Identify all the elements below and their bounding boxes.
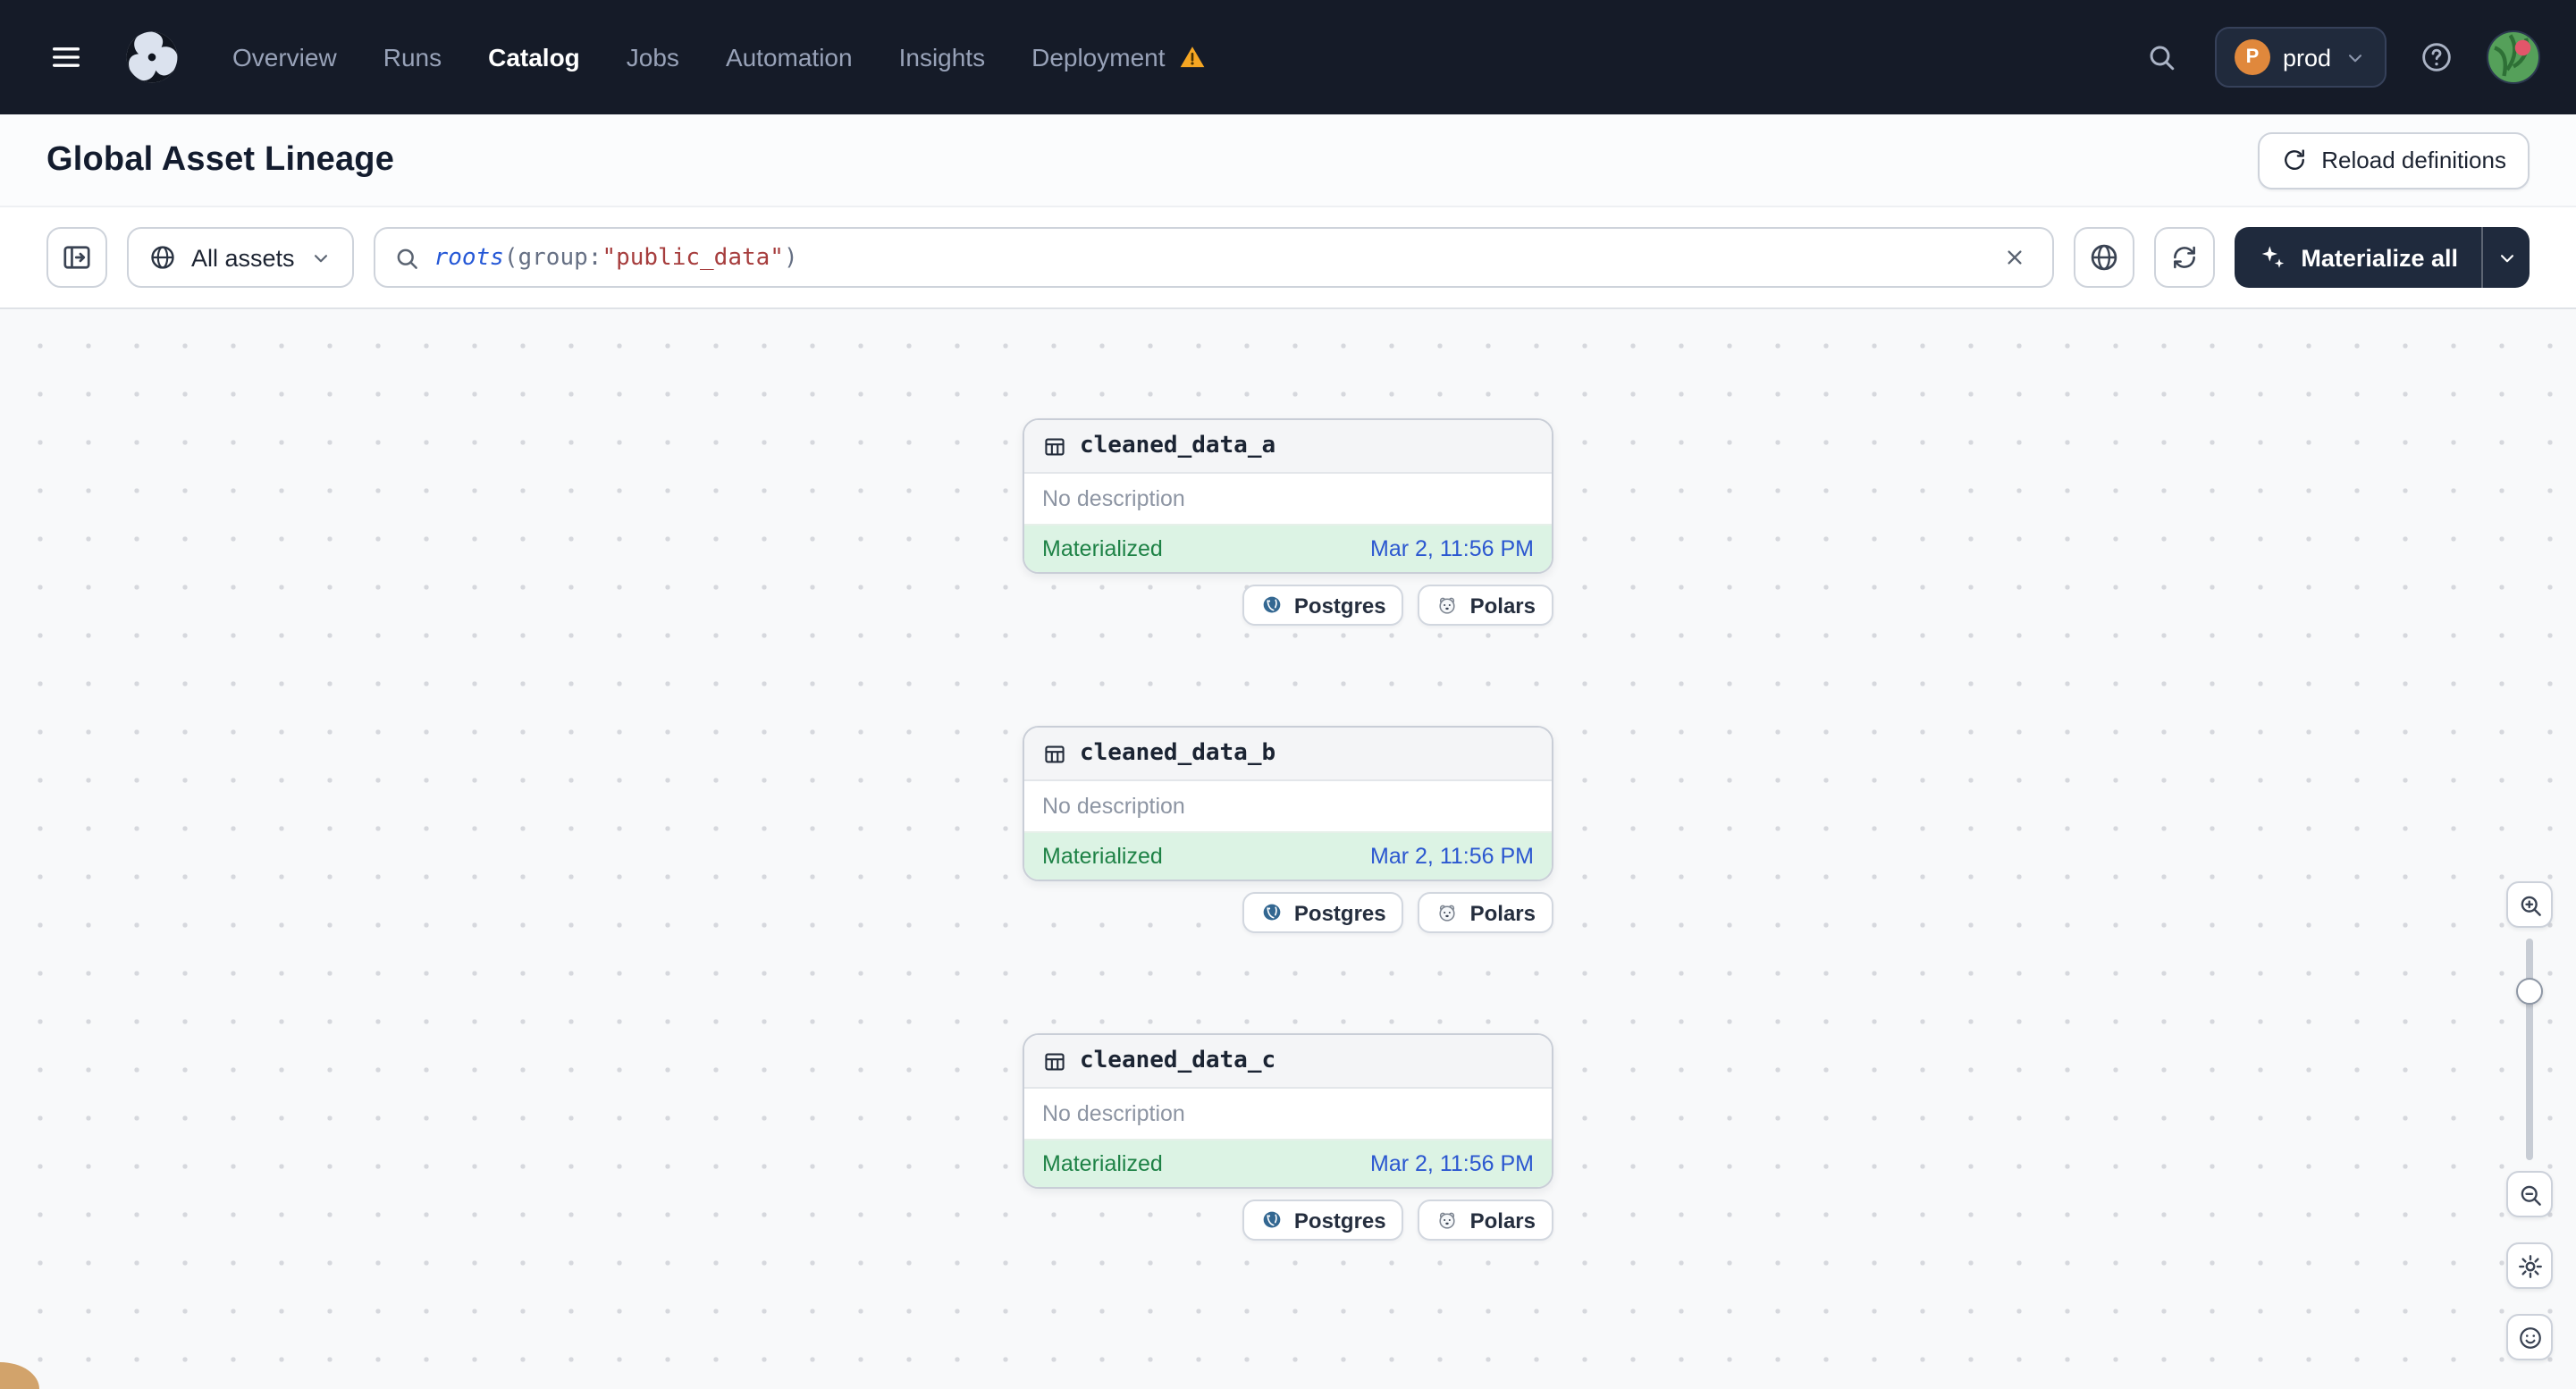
lineage-canvas[interactable]: cleaned_data_a No description Materializ… bbox=[0, 309, 2576, 1389]
chevron-down-icon bbox=[309, 246, 333, 269]
clear-search-button[interactable] bbox=[1995, 238, 2034, 277]
reload-icon bbox=[2280, 147, 2307, 173]
asset-name: cleaned_data_c bbox=[1080, 1048, 1276, 1074]
postgres-icon bbox=[1260, 593, 1284, 617]
zoom-slider[interactable] bbox=[2506, 939, 2553, 1160]
page-header: Global Asset Lineage Reload definitions bbox=[0, 114, 2576, 207]
asset-node-header: cleaned_data_b bbox=[1024, 728, 1552, 781]
asset-scope-dropdown[interactable]: All assets bbox=[127, 227, 354, 288]
sparkle-icon bbox=[2258, 243, 2286, 272]
tag-polars[interactable]: Polars bbox=[1418, 1200, 1553, 1241]
chevron-down-icon bbox=[2344, 46, 2367, 69]
polars-icon bbox=[1436, 593, 1460, 617]
asset-description: No description bbox=[1042, 794, 1185, 819]
table-icon bbox=[1042, 434, 1067, 459]
table-icon bbox=[1042, 1048, 1067, 1073]
table-icon bbox=[1042, 741, 1067, 766]
menu-button[interactable] bbox=[36, 27, 97, 88]
materialized-label: Materialized bbox=[1042, 844, 1163, 869]
app-window: Overview Runs Catalog Jobs Automation In… bbox=[0, 0, 2576, 1389]
feedback-button[interactable] bbox=[2506, 1314, 2553, 1360]
tag-polars[interactable]: Polars bbox=[1418, 585, 1553, 626]
materialize-options-button[interactable] bbox=[2481, 227, 2530, 288]
asset-node-cleaned-data-b[interactable]: cleaned_data_b No description Materializ… bbox=[1023, 726, 1553, 881]
polars-icon bbox=[1436, 1208, 1460, 1232]
materialize-all-split-button: Materialize all bbox=[2235, 227, 2530, 288]
environment-switcher[interactable]: P prod bbox=[2214, 27, 2387, 88]
asset-tags-row: Postgres Polars bbox=[1023, 892, 1553, 933]
canvas-controls bbox=[2506, 881, 2553, 1360]
nav-item-insights[interactable]: Insights bbox=[899, 43, 986, 72]
polars-icon bbox=[1436, 901, 1460, 924]
zoom-out-icon bbox=[2516, 1181, 2543, 1208]
globe-icon bbox=[148, 243, 177, 272]
dagster-logo bbox=[118, 23, 186, 91]
materialized-timestamp[interactable]: Mar 2, 11:56 PM bbox=[1370, 844, 1534, 869]
asset-tags-row: Postgres Polars bbox=[1023, 1200, 1553, 1241]
user-avatar[interactable] bbox=[2487, 30, 2540, 84]
asset-status-row: Materialized Mar 2, 11:56 PM bbox=[1024, 1139, 1552, 1187]
materialized-timestamp[interactable]: Mar 2, 11:56 PM bbox=[1370, 536, 1534, 561]
materialized-timestamp[interactable]: Mar 2, 11:56 PM bbox=[1370, 1151, 1534, 1176]
panel-expand-icon bbox=[61, 241, 93, 274]
deployment-warning-icon bbox=[1178, 43, 1207, 72]
zoom-slider-handle[interactable] bbox=[2516, 978, 2543, 1005]
graph-scope-button[interactable] bbox=[2074, 227, 2135, 288]
environment-name: prod bbox=[2282, 44, 2331, 71]
graph-settings-button[interactable] bbox=[2506, 1242, 2553, 1289]
asset-status-row: Materialized Mar 2, 11:56 PM bbox=[1024, 831, 1552, 880]
materialized-label: Materialized bbox=[1042, 1151, 1163, 1176]
asset-description: No description bbox=[1042, 1101, 1185, 1126]
nav-right-cluster: P prod bbox=[2134, 27, 2540, 88]
close-icon bbox=[2002, 245, 2027, 270]
asset-node-header: cleaned_data_c bbox=[1024, 1035, 1552, 1089]
nav-item-overview[interactable]: Overview bbox=[232, 43, 337, 72]
face-icon bbox=[2516, 1324, 2543, 1351]
zoom-in-icon bbox=[2516, 891, 2543, 918]
top-nav: Overview Runs Catalog Jobs Automation In… bbox=[0, 0, 2576, 114]
search-icon bbox=[393, 244, 420, 271]
asset-status-row: Materialized Mar 2, 11:56 PM bbox=[1024, 524, 1552, 572]
environment-badge: P bbox=[2234, 39, 2270, 75]
materialize-all-button[interactable]: Materialize all bbox=[2235, 227, 2481, 288]
nav-item-runs[interactable]: Runs bbox=[383, 43, 442, 72]
postgres-icon bbox=[1260, 1208, 1284, 1232]
help-icon[interactable] bbox=[2413, 34, 2460, 80]
zoom-out-button[interactable] bbox=[2506, 1171, 2553, 1217]
asset-tags-row: Postgres Polars bbox=[1023, 585, 1553, 626]
zoom-slider-track bbox=[2526, 939, 2533, 1160]
canvas-corner-decoration bbox=[0, 1362, 39, 1389]
lineage-toolbar: All assets roots(group:"public_data") Ma… bbox=[0, 207, 2576, 309]
asset-name: cleaned_data_a bbox=[1080, 433, 1276, 459]
tag-postgres[interactable]: Postgres bbox=[1242, 1200, 1404, 1241]
nav-item-deployment[interactable]: Deployment bbox=[1031, 43, 1206, 72]
postgres-icon bbox=[1260, 901, 1284, 924]
main-nav: Overview Runs Catalog Jobs Automation In… bbox=[232, 43, 1207, 72]
globe-icon bbox=[2088, 241, 2120, 274]
asset-selection-query: roots(group:"public_data") bbox=[434, 244, 798, 271]
nav-item-catalog[interactable]: Catalog bbox=[488, 43, 580, 72]
nav-item-automation[interactable]: Automation bbox=[726, 43, 853, 72]
refresh-graph-button[interactable] bbox=[2154, 227, 2216, 288]
reload-definitions-button[interactable]: Reload definitions bbox=[2257, 131, 2530, 189]
asset-selection-input[interactable]: roots(group:"public_data") bbox=[373, 227, 2055, 288]
refresh-icon bbox=[2170, 243, 2199, 272]
page-title: Global Asset Lineage bbox=[46, 140, 395, 178]
asset-description: No description bbox=[1042, 486, 1185, 511]
nav-item-jobs[interactable]: Jobs bbox=[627, 43, 679, 72]
tag-postgres[interactable]: Postgres bbox=[1242, 585, 1404, 626]
zoom-in-button[interactable] bbox=[2506, 881, 2553, 928]
toggle-sidebar-button[interactable] bbox=[46, 227, 107, 288]
asset-node-cleaned-data-c[interactable]: cleaned_data_c No description Materializ… bbox=[1023, 1033, 1553, 1189]
asset-name: cleaned_data_b bbox=[1080, 740, 1276, 767]
tag-postgres[interactable]: Postgres bbox=[1242, 892, 1404, 933]
search-icon[interactable] bbox=[2134, 30, 2188, 84]
asset-node-cleaned-data-a[interactable]: cleaned_data_a No description Materializ… bbox=[1023, 418, 1553, 574]
tag-polars[interactable]: Polars bbox=[1418, 892, 1553, 933]
avatar-image bbox=[2488, 32, 2538, 82]
gear-icon bbox=[2516, 1252, 2543, 1279]
asset-node-header: cleaned_data_a bbox=[1024, 420, 1552, 474]
materialized-label: Materialized bbox=[1042, 536, 1163, 561]
chevron-down-icon bbox=[2495, 246, 2518, 269]
